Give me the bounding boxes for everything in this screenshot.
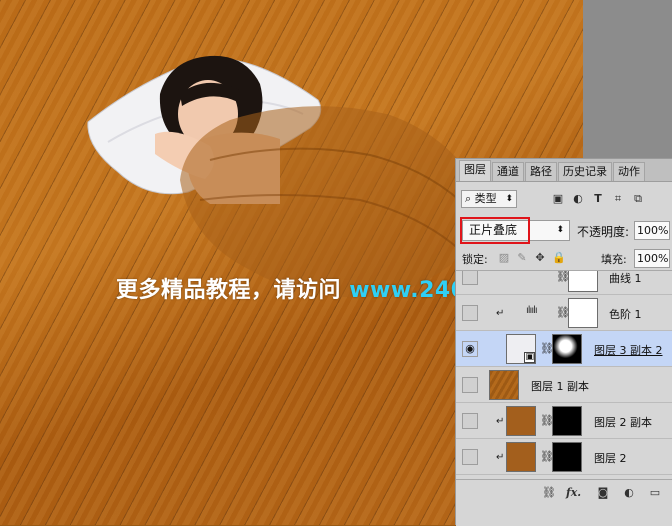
lock-row: 锁定: ▨ ✎ ✥ 🔒 填充: 100% bbox=[456, 247, 672, 271]
tab-channels[interactable]: 通道 bbox=[492, 162, 524, 181]
highlight-box bbox=[460, 217, 530, 244]
layer-mask-thumbnail[interactable] bbox=[568, 271, 598, 292]
layers-bottom-bar: ⛓ fx. ◙ ◐ ▭ bbox=[456, 479, 672, 526]
fx-icon[interactable]: fx. bbox=[566, 486, 581, 500]
layer-mask-thumbnail[interactable] bbox=[568, 298, 598, 328]
layer-thumbnail[interactable] bbox=[489, 370, 519, 400]
filter-row: ⌕ 类型 ⬍ ▣ ◐ T ⌗ ⧉ bbox=[456, 188, 672, 212]
opacity-input[interactable]: 100% bbox=[634, 221, 670, 240]
clipping-arrow-icon: ↵ bbox=[496, 452, 505, 463]
visibility-toggle[interactable] bbox=[462, 449, 478, 465]
tab-actions[interactable]: 动作 bbox=[613, 162, 645, 181]
layer-thumbnail[interactable]: ▣ bbox=[506, 334, 536, 364]
lock-label: 锁定: bbox=[462, 253, 488, 266]
levels-icon[interactable]: ılıılı bbox=[526, 305, 538, 316]
layer-row[interactable]: ↵ ⛓ 图层 2 bbox=[456, 439, 672, 475]
adjustment-icon[interactable]: ◐ bbox=[622, 486, 636, 500]
filter-adjustment-icon[interactable]: ◐ bbox=[572, 193, 584, 205]
filter-pixel-icon[interactable]: ▣ bbox=[552, 193, 564, 205]
visibility-toggle[interactable] bbox=[462, 377, 478, 393]
layer-row[interactable]: ↵ ⛓ 图层 2 副本 bbox=[456, 403, 672, 439]
layer-thumbnail[interactable] bbox=[506, 442, 536, 472]
chevron-icon: ⬍ bbox=[505, 194, 513, 204]
layer-row[interactable]: ↵ ılıılı ⛓ 色阶 1 bbox=[456, 295, 672, 331]
layer-row[interactable]: 图层 1 副本 bbox=[456, 367, 672, 403]
chevron-icon: ⬍ bbox=[556, 225, 564, 235]
blend-row: 正片叠底 ⬍ 不透明度: 100% bbox=[456, 217, 672, 245]
opacity-label: 不透明度: bbox=[577, 225, 630, 239]
filter-kind-select[interactable]: ⌕ 类型 ⬍ bbox=[461, 190, 517, 208]
smart-object-icon: ▣ bbox=[524, 352, 535, 363]
lock-all-icon[interactable]: 🔒 bbox=[552, 252, 566, 264]
visibility-toggle[interactable] bbox=[462, 305, 478, 321]
layer-name[interactable]: 图层 2 bbox=[594, 450, 627, 466]
folder-icon[interactable]: ▭ bbox=[648, 486, 662, 500]
visibility-toggle[interactable] bbox=[462, 413, 478, 429]
layer-row[interactable]: ⛓ 曲线 1 bbox=[456, 271, 672, 295]
layer-name[interactable]: 色阶 1 bbox=[609, 306, 642, 322]
lock-move-icon[interactable]: ✥ bbox=[534, 252, 546, 264]
layer-name[interactable]: 图层 1 副本 bbox=[531, 378, 589, 394]
layer-mask-thumbnail[interactable] bbox=[552, 442, 582, 472]
wood-blanket-image bbox=[180, 106, 490, 298]
filter-smart-object-icon[interactable]: ⧉ bbox=[632, 193, 644, 205]
watermark-caption: 更多精品教程，请访问 bbox=[116, 278, 342, 303]
layer-row-selected[interactable]: ◉ ▣ ⛓ 图层 3 副本 2 bbox=[456, 331, 672, 367]
filter-kind-value: 类型 bbox=[474, 192, 497, 205]
layers-list: ⛓ 曲线 1 ↵ ılıılı ⛓ 色阶 1 ◉ ▣ ⛓ 图层 3 副本 2 图… bbox=[456, 271, 672, 479]
eye-icon[interactable]: ◉ bbox=[462, 341, 478, 357]
tab-history[interactable]: 历史记录 bbox=[558, 162, 612, 181]
canvas-background-area bbox=[583, 0, 672, 158]
layer-name[interactable]: 图层 3 副本 2 bbox=[594, 342, 663, 358]
clipping-arrow-icon: ↵ bbox=[496, 416, 505, 427]
layer-name[interactable]: 图层 2 副本 bbox=[594, 414, 652, 430]
filter-type-icon[interactable]: T bbox=[592, 193, 604, 205]
tab-paths[interactable]: 路径 bbox=[525, 162, 557, 181]
layer-mask-thumbnail[interactable] bbox=[552, 334, 582, 364]
layers-panel: 图层 通道 路径 历史记录 动作 ⌕ 类型 ⬍ ▣ ◐ T ⌗ ⧉ 正片叠底 ⬍ 不… bbox=[455, 158, 672, 526]
layer-name[interactable]: 曲线 1 bbox=[609, 271, 642, 286]
mask-icon[interactable]: ◙ bbox=[596, 486, 610, 500]
fill-label: 填充: bbox=[601, 253, 627, 266]
search-icon: ⌕ bbox=[465, 192, 475, 205]
clipping-arrow-icon: ↵ bbox=[496, 308, 505, 319]
layer-mask-thumbnail[interactable] bbox=[552, 406, 582, 436]
tab-layers[interactable]: 图层 bbox=[459, 160, 491, 181]
visibility-toggle[interactable] bbox=[462, 271, 478, 285]
layer-thumbnail[interactable] bbox=[506, 406, 536, 436]
lock-transparent-icon[interactable]: ▨ bbox=[498, 252, 510, 264]
lock-paint-icon[interactable]: ✎ bbox=[516, 252, 528, 264]
filter-shape-icon[interactable]: ⌗ bbox=[612, 193, 624, 205]
panel-tabs: 图层 通道 路径 历史记录 动作 bbox=[456, 159, 672, 182]
link-icon[interactable]: ⛓ bbox=[542, 486, 556, 500]
fill-input[interactable]: 100% bbox=[634, 249, 670, 268]
